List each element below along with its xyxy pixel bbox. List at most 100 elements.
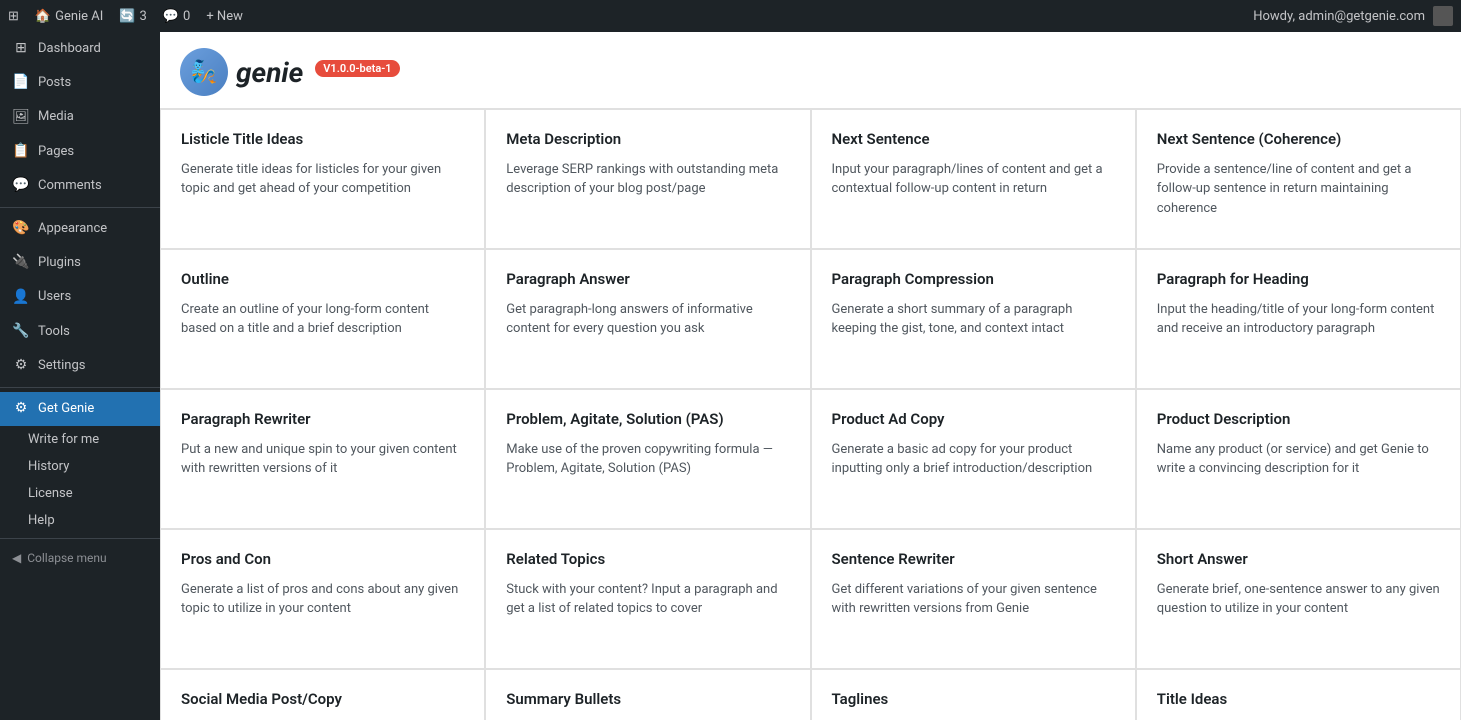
card-related-topics[interactable]: Related Topics Stuck with your content? … [485,529,810,669]
content-area: 🧞 genie V1.0.0-beta-1 Listicle Title Ide… [160,32,1461,720]
site-name[interactable]: 🏠 Genie AI [35,9,103,24]
version-badge: V1.0.0-beta-1 [315,60,399,77]
admin-bar: ⊞ 🏠 Genie AI 🔄 3 💬 0 + New Howdy, admin@… [0,0,1461,32]
card-title: Short Answer [1157,550,1440,570]
users-icon: 👤 [12,288,30,306]
sidebar-item-comments[interactable]: 💬 Comments [0,169,160,203]
sidebar-item-appearance[interactable]: 🎨 Appearance [0,212,160,246]
media-icon: 🖼 [12,108,30,126]
card-paragraph-for-heading[interactable]: Paragraph for Heading Input the heading/… [1136,249,1461,389]
sidebar-item-get-genie[interactable]: ⚙ Get Genie [0,392,160,426]
card-title: Paragraph Answer [506,270,789,290]
sidebar-sub-help[interactable]: Help [0,507,160,534]
card-next-sentence[interactable]: Next Sentence Input your paragraph/lines… [811,109,1136,249]
card-sentence-rewriter[interactable]: Sentence Rewriter Get different variatio… [811,529,1136,669]
card-product-description[interactable]: Product Description Name any product (or… [1136,389,1461,529]
card-desc: Generate a basic ad copy for your produc… [832,440,1115,479]
card-title-ideas[interactable]: Title Ideas Get multiple title ideas off… [1136,669,1461,720]
sidebar-sub-license[interactable]: License [0,480,160,507]
card-paragraph-answer[interactable]: Paragraph Answer Get paragraph-long answ… [485,249,810,389]
card-title: Listicle Title Ideas [181,130,464,150]
sidebar-item-tools[interactable]: 🔧 Tools [0,315,160,349]
card-title: Product Ad Copy [832,410,1115,430]
updates-count[interactable]: 🔄 3 [119,9,147,24]
write-for-me-label: Write for me [28,432,99,447]
card-outline[interactable]: Outline Create an outline of your long-f… [160,249,485,389]
greeting-text: Howdy, admin@getgenie.com [1253,9,1425,24]
get-genie-icon: ⚙ [12,400,30,418]
sidebar-item-pages[interactable]: 📋 Pages [0,135,160,169]
comments-count[interactable]: 💬 0 [163,9,191,24]
appearance-icon: 🎨 [12,220,30,238]
sidebar-item-label: Tools [38,323,70,341]
card-next-sentence-coherence[interactable]: Next Sentence (Coherence) Provide a sent… [1136,109,1461,249]
genie-logo-text: genie [236,56,303,89]
comments-sidebar-icon: 💬 [12,177,30,195]
card-listicle-title-ideas[interactable]: Listicle Title Ideas Generate title idea… [160,109,485,249]
card-title: Taglines [832,690,1115,710]
card-title: Related Topics [506,550,789,570]
card-title: Title Ideas [1157,690,1440,710]
card-title: Paragraph Rewriter [181,410,464,430]
card-summary-bullets[interactable]: Summary Bullets Get a bulleted list of s… [485,669,810,720]
card-desc: Generate a short summary of a paragraph … [832,300,1115,339]
sidebar-item-media[interactable]: 🖼 Media [0,100,160,134]
card-desc: Get paragraph-long answers of informativ… [506,300,789,339]
plugins-icon: 🔌 [12,254,30,272]
card-pas[interactable]: Problem, Agitate, Solution (PAS) Make us… [485,389,810,529]
wp-logo[interactable]: ⊞ [8,9,19,24]
card-title: Meta Description [506,130,789,150]
collapse-label: Collapse menu [27,551,106,565]
card-desc: Input the heading/title of your long-for… [1157,300,1440,339]
sidebar-item-label: Users [38,288,71,306]
card-title: Next Sentence (Coherence) [1157,130,1440,150]
card-paragraph-compression[interactable]: Paragraph Compression Generate a short s… [811,249,1136,389]
sidebar-item-settings[interactable]: ⚙ Settings [0,349,160,383]
dashboard-icon: ⊞ [12,40,30,58]
genie-logo: 🧞 genie V1.0.0-beta-1 [180,48,400,96]
new-item-button[interactable]: + New [206,9,243,24]
collapse-menu-button[interactable]: ◀ Collapse menu [0,543,160,573]
card-product-ad-copy[interactable]: Product Ad Copy Generate a basic ad copy… [811,389,1136,529]
tools-icon: 🔧 [12,323,30,341]
card-desc: Stuck with your content? Input a paragra… [506,580,789,619]
sidebar-item-label: Appearance [38,220,107,238]
card-social-media-post[interactable]: Social Media Post/Copy Write copies for … [160,669,485,720]
sidebar-sub-history[interactable]: History [0,453,160,480]
card-meta-description[interactable]: Meta Description Leverage SERP rankings … [485,109,810,249]
card-desc: Generate a list of pros and cons about a… [181,580,464,619]
card-taglines[interactable]: Taglines Get genie to write taglines for… [811,669,1136,720]
avatar[interactable] [1433,6,1453,26]
sidebar-divider-2 [0,387,160,388]
card-desc: Create an outline of your long-form cont… [181,300,464,339]
card-desc: Generate brief, one-sentence answer to a… [1157,580,1440,619]
sidebar-item-posts[interactable]: 📄 Posts [0,66,160,100]
card-title: Pros and Con [181,550,464,570]
main-layout: ⊞ Dashboard 📄 Posts 🖼 Media 📋 Pages 💬 Co… [0,32,1461,720]
card-title: Problem, Agitate, Solution (PAS) [506,410,789,430]
card-title: Paragraph Compression [832,270,1115,290]
card-paragraph-rewriter[interactable]: Paragraph Rewriter Put a new and unique … [160,389,485,529]
card-pros-and-con[interactable]: Pros and Con Generate a list of pros and… [160,529,485,669]
card-desc: Input your paragraph/lines of content an… [832,160,1115,199]
posts-icon: 📄 [12,74,30,92]
sidebar-item-dashboard[interactable]: ⊞ Dashboard [0,32,160,66]
sidebar-item-plugins[interactable]: 🔌 Plugins [0,246,160,280]
genie-logo-image: 🧞 [180,48,228,96]
sidebar-item-label: Comments [38,177,102,195]
sidebar-divider-3 [0,538,160,539]
card-title: Paragraph for Heading [1157,270,1440,290]
sidebar-sub-write-for-me[interactable]: Write for me [0,426,160,453]
admin-bar-right: Howdy, admin@getgenie.com [1253,6,1453,26]
site-home-icon: 🏠 [35,9,51,24]
help-label: Help [28,513,55,528]
card-desc: Leverage SERP rankings with outstanding … [506,160,789,199]
card-short-answer[interactable]: Short Answer Generate brief, one-sentenc… [1136,529,1461,669]
card-desc: Provide a sentence/line of content and g… [1157,160,1440,219]
sidebar-item-users[interactable]: 👤 Users [0,280,160,314]
collapse-arrow-icon: ◀ [12,551,21,565]
card-title: Next Sentence [832,130,1115,150]
pages-icon: 📋 [12,143,30,161]
genie-header: 🧞 genie V1.0.0-beta-1 [160,32,1461,109]
sidebar: ⊞ Dashboard 📄 Posts 🖼 Media 📋 Pages 💬 Co… [0,32,160,720]
